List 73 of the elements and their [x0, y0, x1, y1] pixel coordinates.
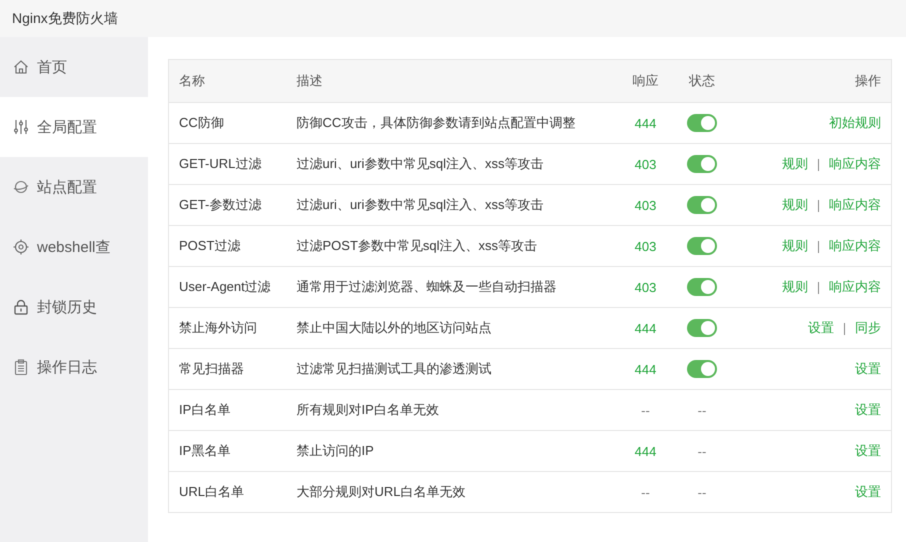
table-cell: URL白名单	[168, 472, 286, 512]
table-cell: 禁止中国大陆以外的地区访问站点	[286, 308, 616, 348]
status-text: --	[698, 402, 706, 418]
column-header: 描述	[286, 60, 616, 102]
table-cell: 444	[616, 308, 674, 348]
table-cell: 403	[616, 226, 674, 266]
toggle-switch[interactable]	[687, 319, 717, 337]
lock-icon	[13, 299, 29, 315]
table-cell: 常见扫描器	[168, 348, 286, 390]
table-cell: 过滤常见扫描测试工具的渗透测试	[286, 348, 616, 390]
table-cell: 所有规则对IP白名单无效	[286, 390, 616, 430]
table-cell: 403	[616, 184, 674, 226]
column-header: 状态	[674, 60, 730, 102]
table-cell: 403	[616, 144, 674, 184]
sliders-icon	[13, 119, 29, 135]
status-text: --	[698, 484, 706, 500]
target-icon	[13, 239, 29, 255]
action-link[interactable]: 规则	[782, 279, 808, 294]
sidebar-item[interactable]: webshell查	[0, 217, 148, 277]
action-link[interactable]: 设置	[855, 484, 881, 499]
table-cell: 过滤uri、uri参数中常见sql注入、xss等攻击	[286, 144, 616, 184]
action-link[interactable]: 规则	[782, 197, 808, 212]
sidebar-item[interactable]: 首页	[0, 37, 148, 97]
table-cell: 禁止访问的IP	[286, 430, 616, 472]
table-cell: --	[616, 472, 674, 512]
toggle-switch[interactable]	[687, 155, 717, 173]
clipboard-icon	[13, 359, 29, 375]
sidebar-item[interactable]: 站点配置	[0, 157, 148, 217]
table-cell: 防御CC攻击，具体防御参数请到站点配置中调整	[286, 102, 616, 144]
table-cell: 过滤uri、uri参数中常见sql注入、xss等攻击	[286, 184, 616, 226]
toggle-switch[interactable]	[687, 237, 717, 255]
table-cell: 大部分规则对URL白名单无效	[286, 472, 616, 512]
action-link[interactable]: 同步	[855, 320, 881, 335]
planet-icon	[13, 179, 29, 195]
table-cell: POST过滤	[168, 226, 286, 266]
action-link[interactable]: 响应内容	[829, 156, 881, 171]
status-text: --	[698, 444, 706, 458]
action-link[interactable]: 规则	[782, 238, 808, 253]
action-link[interactable]: 设置	[808, 320, 834, 335]
column-header: 响应	[616, 60, 674, 102]
action-link[interactable]: 设置	[855, 361, 881, 376]
table-cell: User-Agent过滤	[168, 266, 286, 308]
action-link[interactable]: 响应内容	[829, 279, 881, 294]
table-cell: 过滤POST参数中常见sql注入、xss等攻击	[286, 226, 616, 266]
column-header: 操作	[730, 60, 892, 102]
sidebar-item[interactable]: 封锁历史	[0, 277, 148, 337]
toggle-switch[interactable]	[687, 360, 717, 378]
table-cell: GET-URL过滤	[168, 144, 286, 184]
table-cell: --	[616, 390, 674, 430]
table-cell: 444	[616, 348, 674, 390]
action-link[interactable]: 初始规则	[829, 115, 881, 130]
sidebar-item[interactable]: 全局配置	[0, 97, 148, 157]
toggle-switch[interactable]	[687, 278, 717, 296]
action-link[interactable]: 设置	[855, 402, 881, 417]
table-cell: IP白名单	[168, 390, 286, 430]
column-header: 名称	[168, 60, 286, 102]
action-link[interactable]: 设置	[855, 443, 881, 458]
table-cell: IP黑名单	[168, 430, 286, 472]
action-link[interactable]: 规则	[782, 156, 808, 171]
sidebar-item[interactable]: 操作日志	[0, 337, 148, 397]
table-cell: 禁止海外访问	[168, 308, 286, 348]
table-cell: GET-参数过滤	[168, 184, 286, 226]
window-title: Nginx免费防火墙	[12, 10, 118, 28]
table-cell: 403	[616, 266, 674, 308]
table-cell: CC防御	[168, 102, 286, 144]
table-cell: 444	[616, 430, 674, 472]
home-icon	[13, 59, 29, 75]
table-cell: 通常用于过滤浏览器、蜘蛛及一些自动扫描器	[286, 266, 616, 308]
table-cell: 444	[616, 102, 674, 144]
action-link[interactable]: 响应内容	[829, 197, 881, 212]
toggle-switch[interactable]	[687, 196, 717, 214]
toggle-switch[interactable]	[687, 114, 717, 132]
action-link[interactable]: 响应内容	[829, 238, 881, 253]
